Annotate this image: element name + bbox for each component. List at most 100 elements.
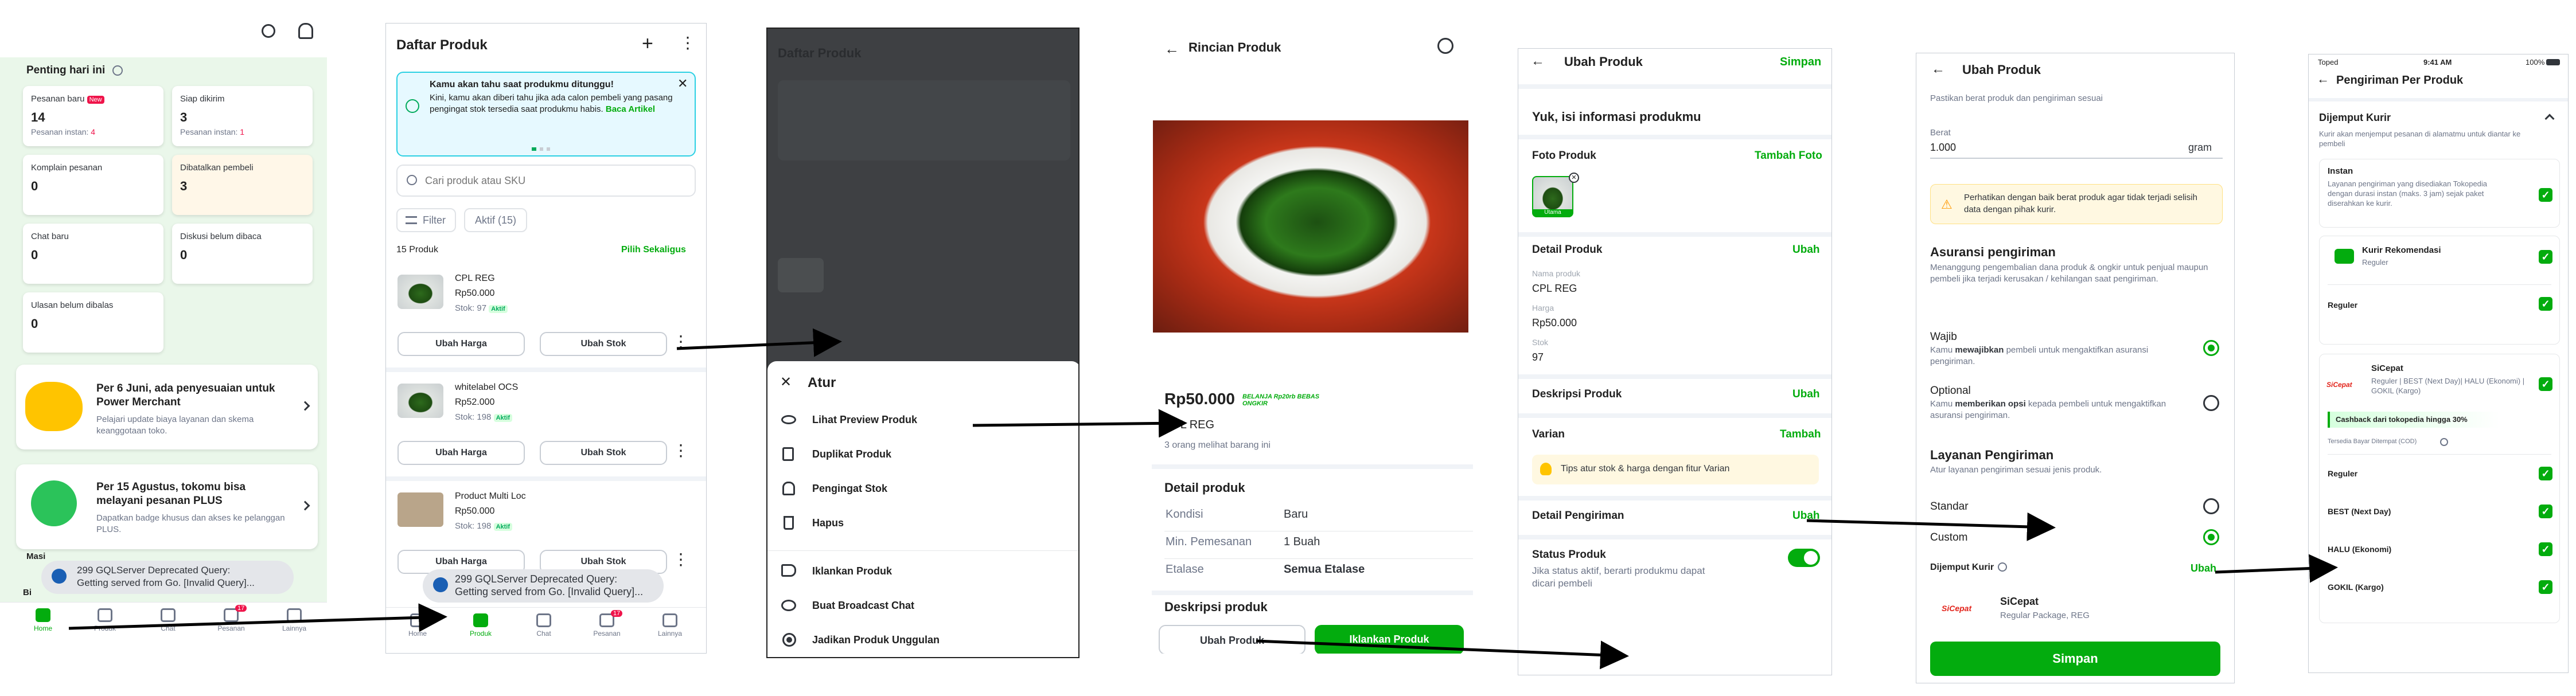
top-bar	[0, 11, 327, 57]
sicepat-card[interactable]: SiCepat SiCepat Reguler | BEST (Next Day…	[2319, 354, 2560, 623]
edit-description-button[interactable]: Ubah	[1792, 388, 1820, 401]
select-all-link[interactable]: Pilih Sekaligus	[621, 245, 686, 255]
nav-home[interactable]: Home	[23, 608, 63, 632]
back-arrow-icon[interactable]: ←	[1931, 61, 1945, 77]
weight-input[interactable]: 1.000	[1930, 142, 1956, 154]
stat-card-chat[interactable]: Chat baru 0	[23, 224, 163, 284]
menu-ads[interactable]: Iklankan Produk	[767, 558, 1078, 591]
promo-card-power-merchant[interactable]: Per 6 Juni, ada penyesuaian untuk Power …	[16, 365, 318, 449]
service-checkbox[interactable]: ✓	[2539, 542, 2552, 556]
variant-tip[interactable]: Tips atur stok & harga dengan fitur Vari…	[1532, 455, 1819, 484]
save-button[interactable]: Simpan	[1930, 642, 2220, 676]
nav-home[interactable]: Home	[397, 613, 438, 638]
nav-chat[interactable]: Chat	[524, 613, 564, 638]
more-vertical-icon[interactable]: ⋮	[673, 550, 689, 569]
stat-card-new-orders[interactable]: Pesanan baru New 14 Pesanan instan: 4	[23, 86, 163, 146]
nav-pesanan[interactable]: Pesanan 17	[211, 605, 251, 632]
menu-stock-reminder[interactable]: Pengingat Stok	[767, 476, 1078, 508]
edit-stock-button[interactable]: Ubah Stok	[540, 441, 667, 465]
stat-card-discussion[interactable]: Diskusi belum dibaca 0	[172, 224, 313, 284]
service-checkbox[interactable]: ✓	[2539, 580, 2552, 594]
variant-label: Varian	[1532, 428, 1565, 440]
edit-detail-button[interactable]: Ubah	[1792, 244, 1820, 256]
more-vertical-icon[interactable]: ⋮	[673, 441, 689, 460]
service-checkbox[interactable]: ✓	[2539, 467, 2552, 480]
more-vertical-icon[interactable]: ⋮	[673, 332, 689, 351]
edit-courier-button[interactable]: Ubah	[2191, 562, 2216, 574]
active-chip[interactable]: Aktif (15)	[464, 208, 527, 232]
back-arrow-icon[interactable]: ←	[2317, 72, 2329, 87]
stat-card-cancelled[interactable]: Dibatalkan pembeli 3	[172, 155, 313, 215]
stat-card-complaints[interactable]: Komplain pesanan 0	[23, 155, 163, 215]
filter-icon	[406, 216, 417, 224]
chevron-up-icon[interactable]	[2544, 114, 2555, 124]
menu-featured[interactable]: Jadikan Produk Unggulan	[767, 627, 1078, 657]
advertise-button[interactable]: Iklankan Produk	[1315, 625, 1464, 654]
edit-price-button[interactable]: Ubah Harga	[397, 332, 525, 356]
more-vertical-icon[interactable]: ⋮	[680, 35, 696, 51]
edit-product-button[interactable]: Ubah Produk	[1159, 625, 1305, 654]
nav-chat[interactable]: Chat	[148, 608, 188, 632]
stat-card-ready[interactable]: Siap dikirim 3 Pesanan instan: 1	[172, 86, 313, 146]
edit-price-button[interactable]: Ubah Harga	[397, 441, 525, 465]
product-item[interactable]: whitelabel OCS Rp52.000 Stok: 198 Aktif …	[386, 372, 706, 475]
search-input[interactable]	[425, 171, 677, 190]
menu-broadcast[interactable]: Buat Broadcast Chat	[767, 593, 1078, 625]
nav-lainnya[interactable]: Lainnya	[650, 613, 690, 638]
radio-optional[interactable]	[2203, 395, 2219, 411]
reguler-checkbox[interactable]: ✓	[2539, 297, 2552, 311]
nav-pesanan[interactable]: Pesanan 17	[587, 610, 627, 638]
promo-card-plus[interactable]: Per 15 Agustus, tokomu bisa melayani pes…	[16, 464, 318, 549]
showcase-link[interactable]: Semua Etalase	[1284, 563, 1365, 576]
close-icon[interactable]: ✕	[780, 374, 792, 390]
service-checkbox[interactable]: ✓	[2539, 505, 2552, 518]
save-button[interactable]: Simpan	[1780, 56, 1821, 69]
read-article-link[interactable]: Baca Artikel	[606, 104, 655, 114]
sicepat-checkbox[interactable]: ✓	[2539, 377, 2552, 391]
product-item[interactable]: CPL REG Rp50.000 Stok: 97 Aktif Ubah Har…	[386, 263, 706, 366]
bell-icon[interactable]	[298, 23, 313, 39]
menu-duplicate[interactable]: Duplikat Produk	[767, 441, 1078, 474]
card-label: Dibatalkan pembeli	[180, 163, 254, 173]
sicepat-logo: SiCepat	[2326, 381, 2352, 389]
nav-badge: 17	[611, 610, 623, 617]
back-arrow-icon[interactable]: ←	[1164, 40, 1179, 58]
filter-chip[interactable]: Filter	[396, 208, 456, 232]
instant-description: Layanan pengiriman yang disediakan Tokop…	[2328, 179, 2488, 208]
add-photo-button[interactable]: Tambah Foto	[1755, 150, 1822, 162]
back-arrow-icon[interactable]: ←	[1531, 53, 1545, 69]
add-variant-button[interactable]: Tambah	[1780, 428, 1821, 441]
radio-mandatory[interactable]	[2203, 340, 2219, 356]
add-icon[interactable]: +	[642, 34, 653, 53]
menu-preview[interactable]: Lihat Preview Produk	[767, 407, 1078, 439]
nav-produk[interactable]: Produk	[85, 608, 125, 632]
share-icon[interactable]	[1437, 38, 1453, 54]
close-icon[interactable]: ✕	[677, 76, 688, 91]
stat-card-reviews[interactable]: Ulasan belum dibalas 0	[23, 292, 163, 353]
status-toggle[interactable]	[1788, 549, 1820, 567]
debug-toast[interactable]: 299 GQLServer Deprecated Query: Getting s…	[41, 561, 294, 594]
menu-delete[interactable]: Hapus	[767, 510, 1078, 542]
search-field[interactable]	[396, 165, 696, 197]
info-icon[interactable]	[2440, 438, 2448, 446]
instant-checkbox[interactable]: ✓	[2539, 188, 2552, 202]
debug-toast[interactable]: 299 GQLServer Deprecated Query: Getting s…	[423, 569, 664, 603]
radio-custom[interactable]	[2203, 529, 2219, 545]
recommended-card[interactable]: Kurir Rekomendasi Reguler ✓ Reguler ✓	[2319, 236, 2560, 345]
recommended-checkbox[interactable]: ✓	[2539, 250, 2552, 264]
status-badge: Aktif	[493, 414, 513, 422]
product-price: Rp50.000	[1164, 390, 1235, 408]
edit-stock-button[interactable]: Ubah Stok	[540, 332, 667, 356]
nav-produk[interactable]: Produk	[461, 613, 501, 638]
product-item[interactable]: Product Multi Loc Rp50.000 Stok: 198 Akt…	[386, 481, 706, 584]
radio-standard[interactable]	[2203, 498, 2219, 514]
shipping-label: Detail Pengiriman	[1532, 510, 1624, 522]
search-icon[interactable]	[262, 24, 275, 38]
nav-lainnya[interactable]: Lainnya	[274, 608, 314, 632]
remove-photo-icon[interactable]: ✕	[1569, 173, 1579, 183]
info-icon[interactable]	[112, 65, 123, 76]
edit-shipping-button[interactable]: Ubah	[1792, 510, 1820, 522]
info-icon[interactable]	[1998, 562, 2007, 572]
instant-card[interactable]: Instan Layanan pengiriman yang disediaka…	[2319, 159, 2560, 228]
card-sub-count: 4	[91, 127, 96, 136]
